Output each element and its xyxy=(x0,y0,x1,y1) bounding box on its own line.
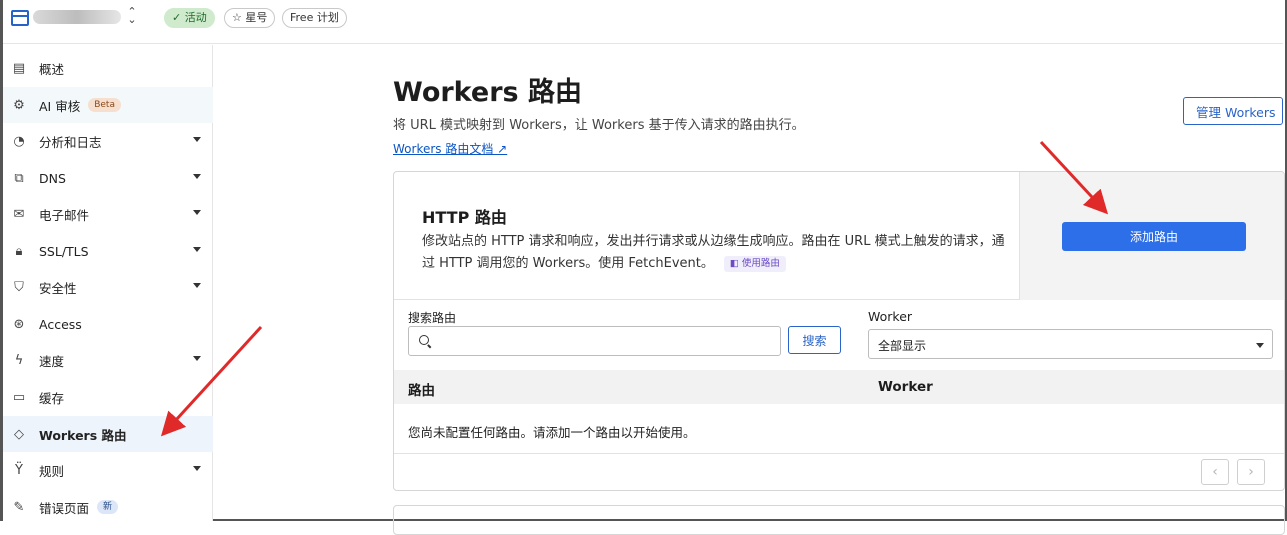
sidebar-item-6[interactable]: ⛉ 安全性 xyxy=(3,269,213,305)
sidebar-item-1[interactable]: ⚙ AI 审核 Beta xyxy=(3,87,213,123)
lightning-icon: ϟ xyxy=(14,352,24,368)
email-icon: ✉ xyxy=(13,206,25,222)
workers-icon: ◇ xyxy=(14,426,24,442)
chevron-down-icon[interactable] xyxy=(193,210,201,215)
sidebar-item-label: 安全性 xyxy=(39,280,77,296)
chevron-down-icon[interactable] xyxy=(193,283,201,288)
lock-icon: 🔒︎ xyxy=(15,243,23,259)
sidebar-item-label: 分析和日志 xyxy=(39,134,102,150)
sidebar-item-12[interactable]: ✎ 错误页面新 xyxy=(3,489,213,525)
http-routes-card: HTTP 路由 修改站点的 HTTP 请求和响应，发出并行请求或从边缘生成响应。… xyxy=(393,171,1285,491)
sidebar-item-label: 缓存 xyxy=(39,390,65,406)
sidebar-item-9[interactable]: ▭ 缓存 xyxy=(3,379,213,415)
chevron-down-icon[interactable] xyxy=(193,247,201,252)
next-card-partial xyxy=(393,505,1285,535)
network-icon: ⧉ xyxy=(14,170,24,186)
use-routes-link[interactable]: ◧ 使用路由 xyxy=(723,256,786,272)
pie-chart-icon: ◔ xyxy=(13,133,25,149)
card-title: HTTP 路由 xyxy=(422,208,507,227)
previous-page-button[interactable]: ‹ xyxy=(1201,459,1229,485)
sidebar-item-11[interactable]: Ÿ 规则 xyxy=(3,452,213,488)
search-icon xyxy=(419,335,429,345)
sidebar-item-0[interactable]: ▤ 概述 xyxy=(3,50,213,86)
chevron-down-icon[interactable] xyxy=(193,466,201,471)
sidebar-item-3[interactable]: ⧉ DNS xyxy=(3,160,213,196)
plan-badge[interactable]: Free 计划 xyxy=(282,8,347,28)
clipboard-icon: ▤ xyxy=(12,60,26,76)
beta-badge: Beta xyxy=(88,98,121,112)
chevron-down-icon xyxy=(1256,343,1264,348)
sidebar-item-7[interactable]: ⊛ Access xyxy=(3,306,213,342)
card-description-text: 修改站点的 HTTP 请求和响应，发出并行请求或从边缘生成响应。路由在 URL … xyxy=(422,234,1005,271)
star-button[interactable]: ☆ 星号 xyxy=(224,8,276,28)
manage-workers-button[interactable]: 管理 Workers xyxy=(1183,97,1283,125)
sidebar-item-label: 规则 xyxy=(39,463,65,479)
sidebar-item-label: AI 审核 xyxy=(39,98,81,114)
sidebar-item-label: 错误页面 xyxy=(39,500,90,516)
page-title: Workers 路由 xyxy=(393,77,583,108)
search-button[interactable]: 搜索 xyxy=(788,326,841,354)
divider xyxy=(394,453,1284,454)
sidebar-item-5[interactable]: 🔒︎ SSL/TLS xyxy=(3,233,213,269)
access-icon: ⊛ xyxy=(13,316,25,332)
robot-icon: ⚙ xyxy=(13,97,25,113)
worker-filter-label: Worker xyxy=(868,309,913,324)
rules-icon: Ÿ xyxy=(15,462,23,478)
wrench-icon: ✎ xyxy=(13,499,25,515)
page-subtitle: 将 URL 模式映射到 Workers，让 Workers 基于传入请求的路由执… xyxy=(393,118,805,133)
site-name-redacted[interactable] xyxy=(33,10,121,24)
chevron-down-icon[interactable] xyxy=(193,174,201,179)
card-header: HTTP 路由 修改站点的 HTTP 请求和响应，发出并行请求或从边缘生成响应。… xyxy=(394,172,1284,300)
chevron-up-down-icon[interactable]: ⌃ ⌄ xyxy=(126,6,138,25)
sidebar: ▤ 概述 ⚙ AI 审核 Beta ◔ 分析和日志 ⧉ DNS ✉ 电子邮件 🔒︎ SSL/TLS ⛉ 安全… xyxy=(3,45,213,521)
add-route-button[interactable]: 添加路由 xyxy=(1062,222,1246,251)
search-input[interactable] xyxy=(408,326,781,356)
worker-select[interactable]: 全部显示 xyxy=(868,329,1273,359)
search-field[interactable] xyxy=(437,331,775,351)
column-header-worker: Worker xyxy=(878,379,933,395)
worker-select-value: 全部显示 xyxy=(878,339,927,353)
sidebar-item-label: DNS xyxy=(39,170,66,186)
sidebar-item-4[interactable]: ✉ 电子邮件 xyxy=(3,196,213,232)
sidebar-item-label: 概述 xyxy=(39,61,65,77)
sidebar-item-label: 速度 xyxy=(39,353,65,369)
status-badge: ✓ 活动 xyxy=(164,8,215,28)
workers-routes-docs-link[interactable]: Workers 路由文档 ↗ xyxy=(393,140,507,157)
next-page-button[interactable]: › xyxy=(1237,459,1265,485)
sidebar-item-2[interactable]: ◔ 分析和日志 xyxy=(3,123,213,159)
table-header: 路由 Worker xyxy=(394,370,1284,404)
storage-icon: ▭ xyxy=(12,389,26,405)
search-routes-label: 搜索路由 xyxy=(408,311,457,325)
new-badge: 新 xyxy=(97,500,119,514)
shield-icon: ⛉ xyxy=(14,279,24,295)
sidebar-item-10[interactable]: ◇ Workers 路由 xyxy=(3,416,213,452)
chevron-down-icon[interactable] xyxy=(193,137,201,142)
top-bar: ⌃ ⌄ ✓ 活动 ☆ 星号 Free 计划 xyxy=(3,0,1283,44)
sidebar-item-8[interactable]: ϟ 速度 xyxy=(3,342,213,378)
sidebar-item-label: Workers 路由 xyxy=(39,427,127,443)
chevron-down-icon[interactable] xyxy=(193,356,201,361)
sidebar-item-label: 电子邮件 xyxy=(39,207,90,223)
empty-state-message: 您尚未配置任何路由。请添加一个路由以开始使用。 xyxy=(408,425,696,440)
sidebar-item-label: Access xyxy=(39,316,82,332)
card-description: 修改站点的 HTTP 请求和响应，发出并行请求或从边缘生成响应。路由在 URL … xyxy=(422,231,1012,275)
card-action-panel: 添加路由 xyxy=(1019,172,1284,300)
browser-window-icon xyxy=(11,10,29,26)
column-header-route: 路由 xyxy=(408,383,435,399)
sidebar-item-label: SSL/TLS xyxy=(39,243,89,259)
